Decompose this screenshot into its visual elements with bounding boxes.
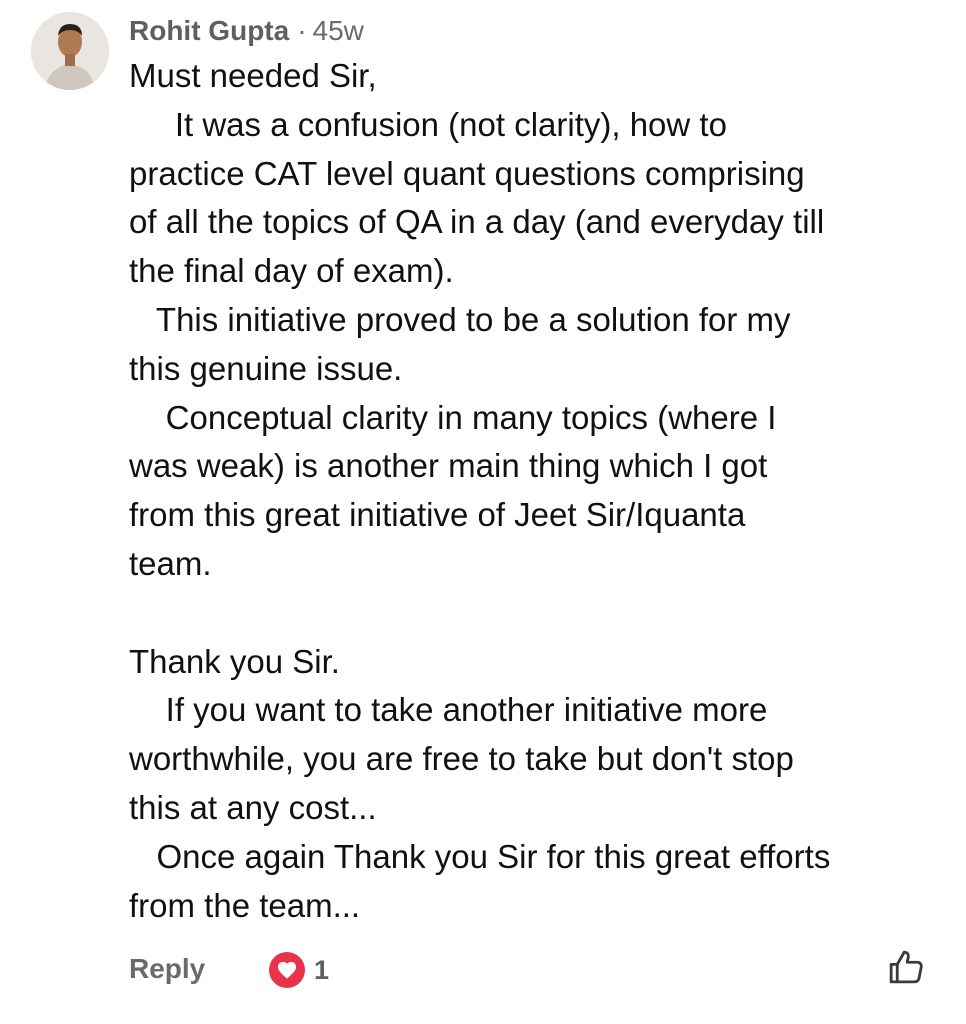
comment-line: from this great initiative of Jeet Sir/I…	[129, 496, 746, 534]
comment-line: It was a confusion (not clarity), how to	[129, 105, 727, 143]
comment-line: Conceptual clarity in many topics (where…	[129, 398, 777, 436]
timestamp: 45w	[312, 15, 364, 46]
comment-line: If you want to take another initiative m…	[129, 691, 768, 729]
comment-line: team.	[129, 544, 212, 582]
thumbs-up-icon[interactable]	[885, 946, 927, 988]
comment-line: was weak) is another main thing which I …	[129, 447, 768, 485]
comment-line: Thank you Sir.	[129, 642, 340, 680]
author-name[interactable]: Rohit Gupta	[129, 14, 289, 48]
comment-line: practice CAT level quant questions compr…	[129, 154, 805, 192]
comment-text: Must needed Sir, It was a confusion (not…	[129, 52, 949, 930]
avatar-photo	[31, 12, 109, 90]
comment-line: the final day of exam).	[129, 252, 454, 290]
reaction-summary[interactable]: 1	[269, 952, 329, 988]
reply-button[interactable]: Reply	[129, 953, 205, 985]
comment-line: This initiative proved to be a solution …	[129, 300, 791, 338]
comment-line: Must needed Sir,	[129, 57, 377, 94]
comment-line: Once again Thank you Sir for this great …	[129, 837, 831, 875]
comment: Rohit Gupta · 45w Must needed Sir, It wa…	[0, 0, 966, 1024]
comment-footer: Reply 1	[129, 950, 939, 994]
avatar[interactable]	[31, 12, 109, 90]
meta-separator: ·	[297, 15, 307, 46]
reaction-count: 1	[314, 954, 330, 985]
comment-line	[129, 589, 949, 638]
comment-header: Rohit Gupta · 45w	[129, 14, 364, 48]
comment-line: this genuine issue.	[129, 349, 403, 387]
comment-line: worthwhile, you are free to take but don…	[129, 740, 794, 778]
comment-line: of all the topics of QA in a day (and ev…	[129, 203, 825, 241]
comment-line: from the team...	[129, 886, 361, 924]
comment-line: this at any cost...	[129, 788, 377, 826]
heart-icon	[269, 952, 305, 988]
